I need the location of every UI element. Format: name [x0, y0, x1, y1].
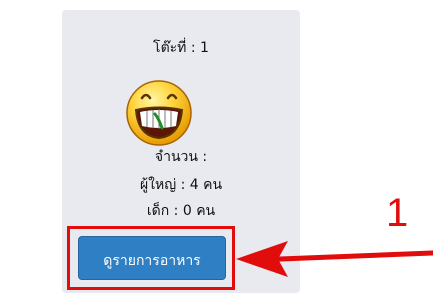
table-card-screenshot: โต๊ะที่ : 1 จำนวน : ผู้ใหญ่ : 4 คน เด็ก … — [0, 0, 433, 293]
adult-count: ผู้ใหญ่ : 4 คน — [139, 177, 223, 193]
guest-count-label: จำนวน : — [154, 149, 208, 165]
table-title: โต๊ะที่ : 1 — [153, 40, 209, 56]
child-count: เด็ก : 0 คน — [146, 203, 216, 219]
pointer-arrow — [236, 241, 433, 277]
grinning-face-icon — [126, 80, 192, 146]
view-menu-button[interactable]: ดูรายการอาหาร — [78, 236, 226, 280]
step-number: 1 — [386, 191, 409, 235]
